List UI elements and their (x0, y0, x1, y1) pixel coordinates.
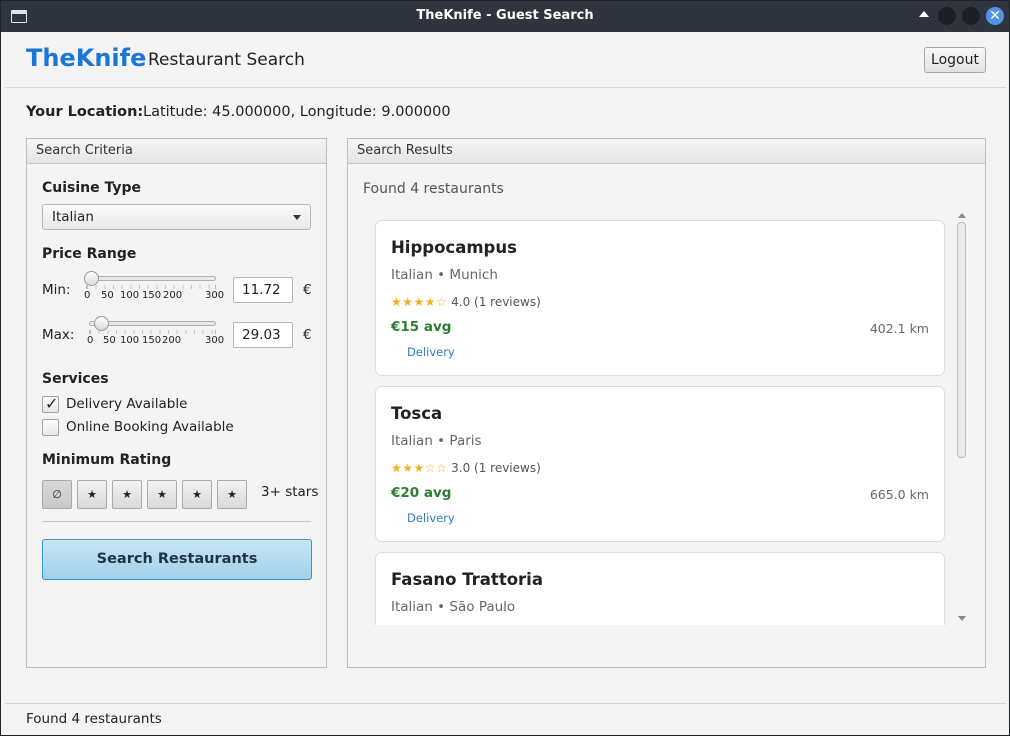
rating-2-star-button[interactable]: ★ (112, 480, 142, 509)
checkbox-box[interactable]: ✓ (42, 394, 59, 413)
price-max-label: Max: (42, 327, 75, 343)
rating-1-star-button[interactable]: ★ (77, 480, 107, 509)
results-list[interactable]: Hippocampus Italian • Munich ★★★★☆ 4.0 (… (363, 209, 973, 625)
restaurant-card[interactable]: Fasano Trattoria Italian • São Paulo (375, 552, 945, 625)
service-tag: Delivery (407, 345, 455, 359)
currency-symbol: € (303, 282, 312, 298)
currency-symbol: € (303, 327, 312, 343)
tick-label: 0 (87, 335, 94, 346)
price-range-label: Price Range (42, 246, 137, 262)
app-window: TheKnife - Guest Search ✕ TheKnife Resta… (0, 0, 1010, 736)
price-min-slider[interactable]: 0 50 100 150 200 300 (84, 268, 224, 304)
scroll-down-icon[interactable] (958, 616, 966, 621)
restaurant-card[interactable]: Tosca Italian • Paris ★★★☆☆ 3.0 (1 revie… (375, 386, 945, 542)
rating-stars-icon: ★★★☆☆ (391, 461, 448, 475)
restaurant-distance: 402.1 km (869, 321, 929, 336)
shade-icon[interactable] (919, 11, 929, 17)
scrollbar-thumb[interactable] (957, 222, 966, 458)
price-max-field[interactable]: 29.03 (233, 322, 293, 348)
slider-thumb[interactable] (94, 316, 110, 331)
search-restaurants-button[interactable]: Search Restaurants (42, 539, 312, 580)
checkbox-label: Online Booking Available (66, 419, 234, 435)
tick-label: 200 (163, 290, 183, 301)
tick-label: 50 (101, 290, 114, 301)
price-max-slider[interactable]: 0 50 100 150 200 300 (87, 313, 224, 349)
rating-5-star-button[interactable]: ★ (217, 480, 247, 509)
maximize-button[interactable] (962, 7, 980, 25)
tick-label: 150 (142, 290, 162, 301)
price-min-label: Min: (42, 282, 71, 298)
cuisine-selected-value: Italian (52, 209, 94, 225)
restaurant-name: Tosca (391, 404, 443, 423)
restaurant-rating: ★★★★☆ 4.0 (1 reviews) (391, 295, 541, 309)
slider-tick-labels: 0 50 100 150 200 300 (84, 290, 226, 302)
chevron-down-icon (293, 215, 301, 220)
restaurant-meta: Italian • Munich (391, 267, 498, 283)
logout-button[interactable]: Logout (924, 47, 986, 73)
tick-label: 300 (205, 335, 225, 346)
restaurant-price: €20 avg (391, 485, 452, 501)
tick-label: 300 (205, 290, 225, 301)
restaurant-name: Fasano Trattoria (391, 570, 543, 589)
minimize-button[interactable] (938, 7, 956, 25)
tick-label: 150 (142, 335, 162, 346)
search-criteria-panel: Search Criteria Cuisine Type Italian Pri… (26, 138, 327, 668)
slider-tick-labels: 0 50 100 150 200 300 (87, 335, 229, 347)
price-min-field[interactable]: 11.72 (233, 277, 293, 303)
results-scrollbar[interactable] (955, 209, 969, 625)
tick-label: 100 (120, 335, 140, 346)
results-count: Found 4 restaurants (363, 181, 504, 197)
slider-ticks (89, 330, 216, 334)
restaurant-card[interactable]: Hippocampus Italian • Munich ★★★★☆ 4.0 (… (375, 220, 945, 376)
criteria-panel-title: Search Criteria (27, 139, 326, 164)
cuisine-type-select[interactable]: Italian (42, 204, 311, 230)
title-bar: TheKnife - Guest Search ✕ (1, 1, 1009, 32)
close-icon[interactable]: ✕ (986, 7, 1004, 25)
location-value: Latitude: 45.000000, Longitude: 9.000000 (143, 104, 451, 120)
scroll-up-icon[interactable] (958, 213, 966, 218)
search-results-panel: Search Results Found 4 restaurants Hippo… (347, 138, 986, 668)
service-tag: Delivery (407, 511, 455, 525)
restaurant-meta: Italian • Paris (391, 433, 482, 449)
checkbox-box[interactable]: ✓ (42, 419, 59, 436)
restaurant-price: €15 avg (391, 319, 452, 335)
rating-text: 3.0 (1 reviews) (451, 461, 541, 475)
tick-label: 100 (120, 290, 140, 301)
services-label: Services (42, 371, 109, 387)
minimum-rating-label: Minimum Rating (42, 452, 172, 468)
checkbox-label: Delivery Available (66, 396, 188, 412)
rating-none-button[interactable]: ∅ (42, 480, 72, 509)
slider-thumb[interactable] (84, 271, 100, 286)
tick-label: 0 (84, 290, 91, 301)
slider-track (86, 276, 216, 281)
slider-ticks (86, 285, 216, 289)
tick-label: 200 (162, 335, 182, 346)
rating-stars-icon: ★★★★☆ (391, 295, 448, 309)
app-header: TheKnife Restaurant Search Logout (5, 32, 1006, 88)
rating-4-star-button[interactable]: ★ (182, 480, 212, 509)
tick-label: 50 (103, 335, 116, 346)
cuisine-type-label: Cuisine Type (42, 180, 142, 196)
location-label: Your Location: (26, 104, 144, 120)
restaurant-name: Hippocampus (391, 238, 517, 257)
rating-hint: 3+ stars (261, 484, 319, 500)
window-title: TheKnife - Guest Search (416, 8, 594, 23)
rating-3-star-button[interactable]: ★ (147, 480, 177, 509)
status-bar: Found 4 restaurants (5, 703, 1006, 733)
restaurant-distance: 665.0 km (869, 487, 929, 502)
restaurant-meta: Italian • São Paulo (391, 599, 516, 615)
brand-logo-text: TheKnife (26, 44, 147, 72)
results-panel-title: Search Results (348, 139, 985, 164)
page-title: Restaurant Search (148, 50, 305, 70)
restaurant-rating: ★★★☆☆ 3.0 (1 reviews) (391, 461, 541, 475)
divider (42, 521, 311, 522)
checkmark-icon: ✓ (45, 394, 59, 413)
location-row: Your Location: Latitude: 45.000000, Long… (26, 104, 451, 120)
rating-text: 4.0 (1 reviews) (451, 295, 541, 309)
